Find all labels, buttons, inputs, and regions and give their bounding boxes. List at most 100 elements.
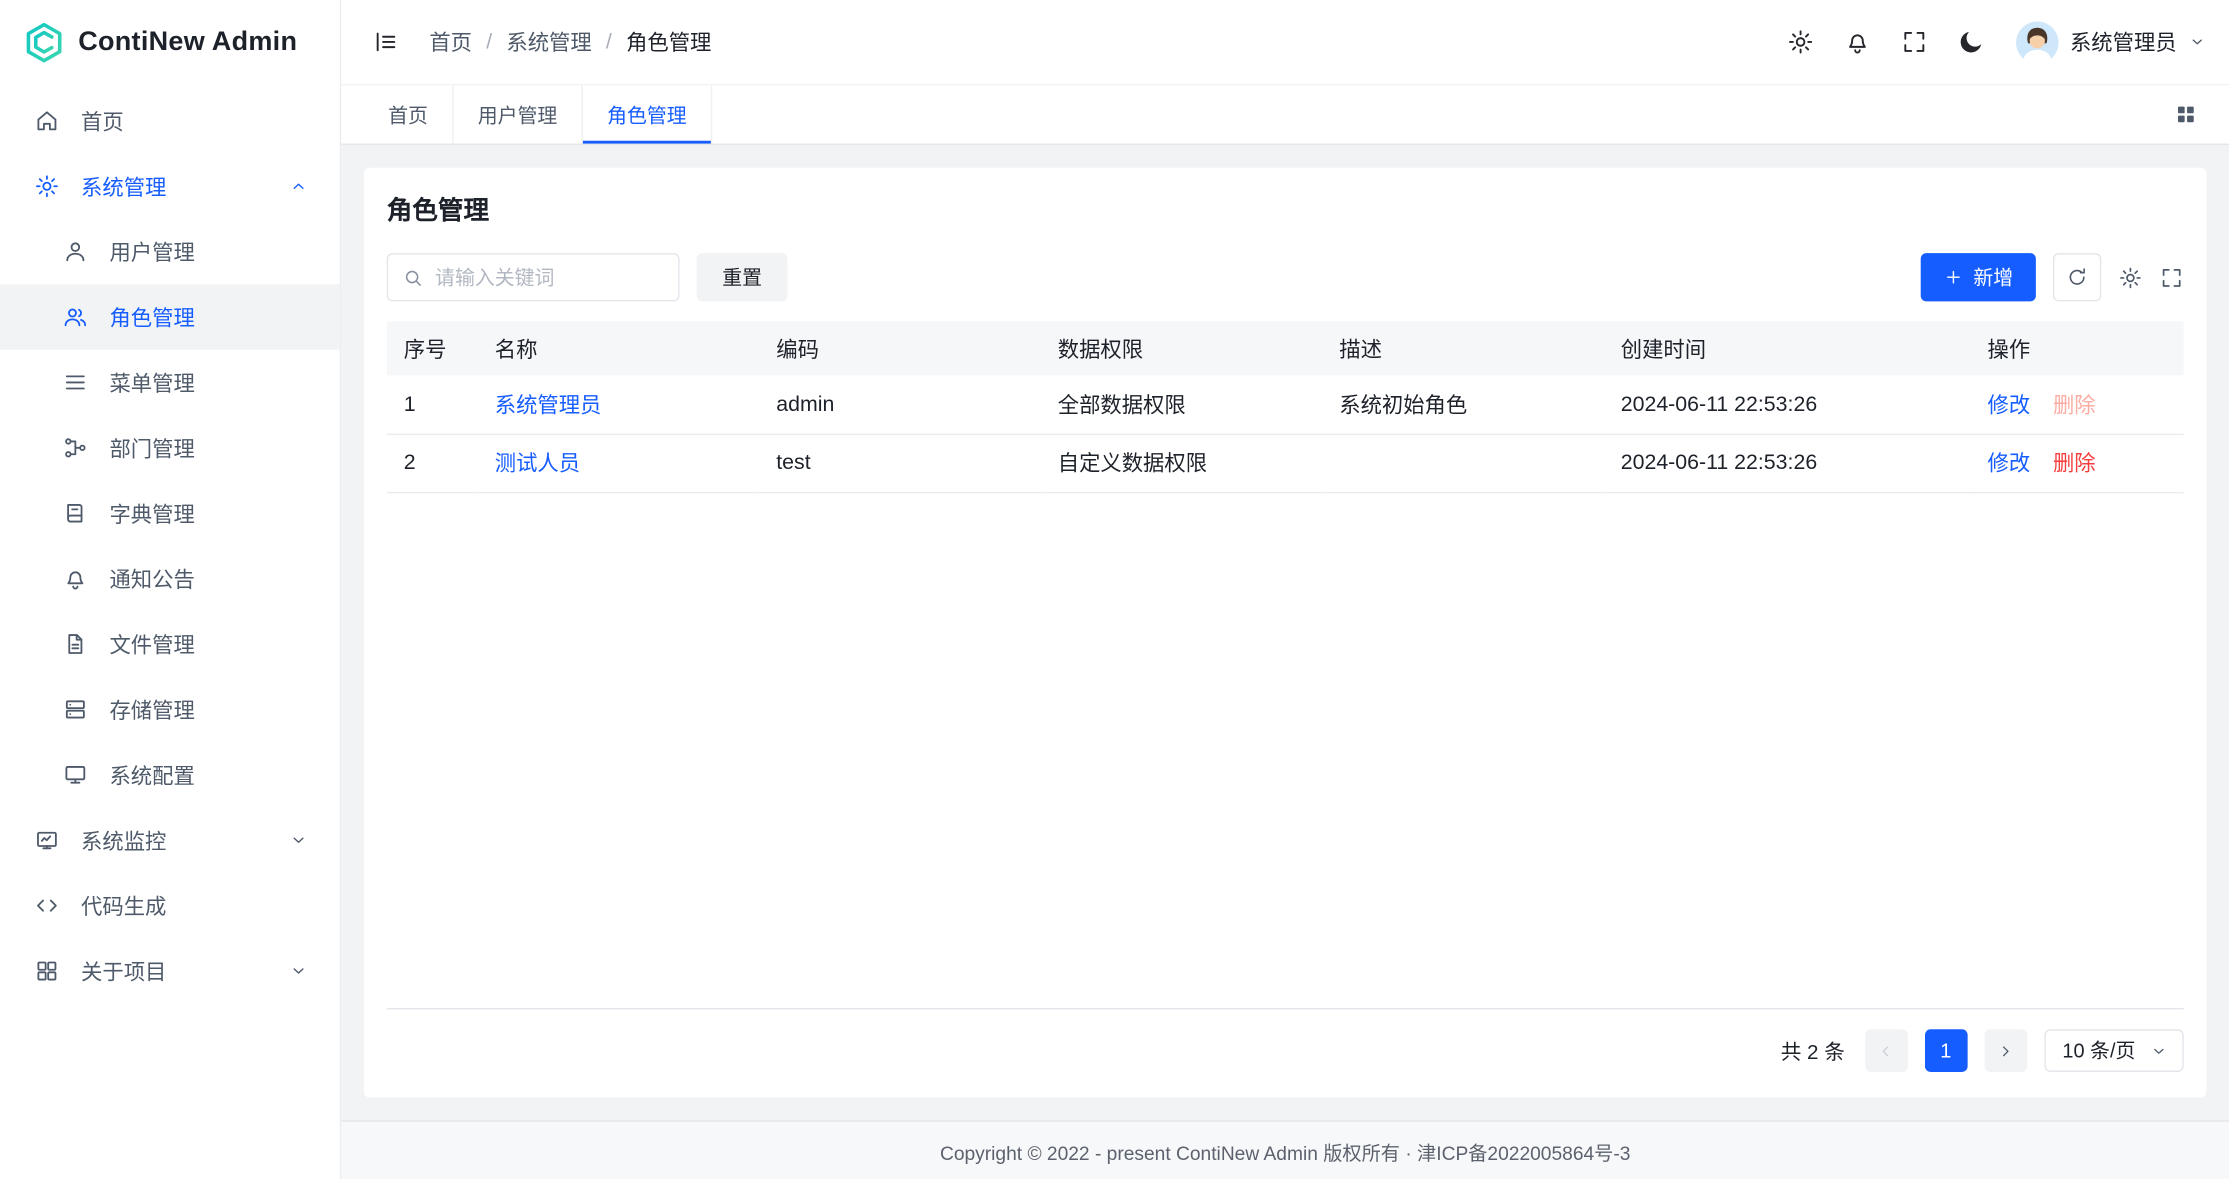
footer: Copyright © 2022 - present ContiNew Admi… [341,1120,2229,1179]
menu-fold-icon[interactable] [364,21,407,64]
keyword-input[interactable] [435,266,664,289]
sidebar-item-user-management[interactable]: 用户管理 [0,219,340,284]
sidebar-item-label: 字典管理 [109,498,308,528]
pagination-total: 共 2 条 [1781,1036,1845,1066]
sidebar-item-label: 系统监控 [81,825,267,855]
cell-data-scope: 自定义数据权限 [1041,434,1322,492]
sidebar-item-notice[interactable]: 通知公告 [0,546,340,611]
cell-code: admin [759,375,1040,433]
breadcrumb-separator: / [486,30,492,54]
column-header: 序号 [387,321,478,375]
column-header: 数据权限 [1041,321,1322,375]
sidebar-item-system-monitor[interactable]: 系统监控 [0,808,340,873]
table-row: 2测试人员test自定义数据权限2024-06-11 22:53:26修改删除 [387,434,2184,492]
table-row: 1系统管理员admin全部数据权限系统初始角色2024-06-11 22:53:… [387,375,2184,433]
sidebar-item-system-management[interactable]: 系统管理 [0,154,340,219]
chevron-up-icon [289,176,309,196]
logo: ContiNew Admin [0,0,340,85]
avatar [2016,21,2059,64]
sidebar-item-role-management[interactable]: 角色管理 [0,284,340,349]
dictionary-icon [63,500,89,526]
fullscreen-icon[interactable] [1894,21,1937,64]
refresh-icon [2066,266,2089,289]
notification-icon[interactable] [1837,21,1880,64]
sidebar-item-label: 关于项目 [81,956,267,986]
add-button[interactable]: 新增 [1921,253,2036,301]
page-size-select[interactable]: 10 条/页 [2044,1029,2184,1072]
pagination-next-button[interactable] [1984,1029,2027,1072]
sidebar-item-label: 用户管理 [109,237,308,267]
role-name-link[interactable]: 系统管理员 [495,393,602,417]
sidebar-item-file-management[interactable]: 文件管理 [0,611,340,676]
user-name: 系统管理员 [2070,27,2177,57]
sidebar-item-label: 存储管理 [109,695,308,725]
storage-icon [63,697,89,723]
copyright-text: Copyright © 2022 - present ContiNew Admi… [940,1137,1630,1165]
settings-icon[interactable] [1780,21,1823,64]
tab-label: 首页 [388,100,428,128]
sidebar-item-label: 首页 [81,106,308,136]
content-area: 角色管理 重置 新增 [341,145,2229,1179]
add-button-label: 新增 [1973,263,2013,291]
breadcrumb-separator: / [606,30,612,54]
sidebar-item-home[interactable]: 首页 [0,88,340,153]
sidebar-item-dict-management[interactable]: 字典管理 [0,481,340,546]
tab-user-management[interactable]: 用户管理 [454,85,583,143]
apps-icon [34,958,60,984]
app-title: ContiNew Admin [78,27,297,58]
gear-icon [34,173,60,199]
tabs: 首页 用户管理 角色管理 [364,85,712,143]
breadcrumb: 首页 / 系统管理 / 角色管理 [429,27,711,57]
reset-button[interactable]: 重置 [697,253,788,301]
column-header: 编码 [759,321,1040,375]
sidebar-item-code-generation[interactable]: 代码生成 [0,873,340,938]
edit-link[interactable]: 修改 [1988,393,2031,417]
tab-role-management[interactable]: 角色管理 [583,85,712,143]
sidebar-item-label: 部门管理 [109,433,308,463]
breadcrumb-item-home[interactable]: 首页 [429,27,472,57]
delete-link[interactable]: 删除 [2053,452,2096,476]
pagination-prev-button[interactable] [1865,1029,1908,1072]
toolbar: 重置 新增 [387,253,2184,301]
plus-icon [1943,267,1963,287]
cell-index: 2 [387,434,478,492]
sidebar-item-department-management[interactable]: 部门管理 [0,415,340,480]
column-header: 名称 [478,321,759,375]
tabbar: 首页 用户管理 角色管理 [341,85,2229,145]
sidebar: ContiNew Admin 首页系统管理用户管理角色管理菜单管理部门管理字典管… [0,0,341,1179]
table-header-row: 序号名称编码数据权限描述创建时间操作 [387,321,2184,375]
column-header: 创建时间 [1604,321,1971,375]
pagination-page-1[interactable]: 1 [1924,1029,1967,1072]
dark-mode-icon[interactable] [1951,21,1994,64]
app-window: ContiNew Admin 首页系统管理用户管理角色管理菜单管理部门管理字典管… [0,0,2229,1179]
roles-table: 序号名称编码数据权限描述创建时间操作 1系统管理员admin全部数据权限系统初始… [387,321,2184,1009]
sidebar-item-label: 文件管理 [109,629,308,659]
sidebar-item-menu-management[interactable]: 菜单管理 [0,350,340,415]
sidebar-item-about-project[interactable]: 关于项目 [0,938,340,1003]
refresh-button[interactable] [2053,253,2101,301]
logo-icon [23,21,66,64]
header-actions: 系统管理员 [1780,21,2207,64]
header: 首页 / 系统管理 / 角色管理 [341,0,2229,85]
edit-link[interactable]: 修改 [1988,452,2031,476]
tab-home[interactable]: 首页 [364,85,454,143]
table-fullscreen-icon[interactable] [2160,265,2184,289]
monitor-icon [34,827,60,853]
tab-label: 用户管理 [478,100,558,128]
home-icon [34,108,60,134]
cell-index: 1 [387,375,478,433]
sidebar-item-system-config[interactable]: 系统配置 [0,742,340,807]
users-icon [63,304,89,330]
delete-link[interactable]: 删除 [2053,393,2096,417]
tab-label: 角色管理 [607,100,687,128]
user-menu[interactable]: 系统管理员 [2016,21,2207,64]
role-name-link[interactable]: 测试人员 [495,452,580,476]
breadcrumb-item-system[interactable]: 系统管理 [506,27,591,57]
chevron-down-icon [289,961,309,981]
cell-description [1322,434,1603,492]
menu-list-icon [63,370,89,396]
column-settings-icon[interactable] [2118,265,2142,289]
search-input[interactable] [387,253,680,301]
apps-grid-icon[interactable] [2164,93,2207,136]
sidebar-item-storage-management[interactable]: 存储管理 [0,677,340,742]
